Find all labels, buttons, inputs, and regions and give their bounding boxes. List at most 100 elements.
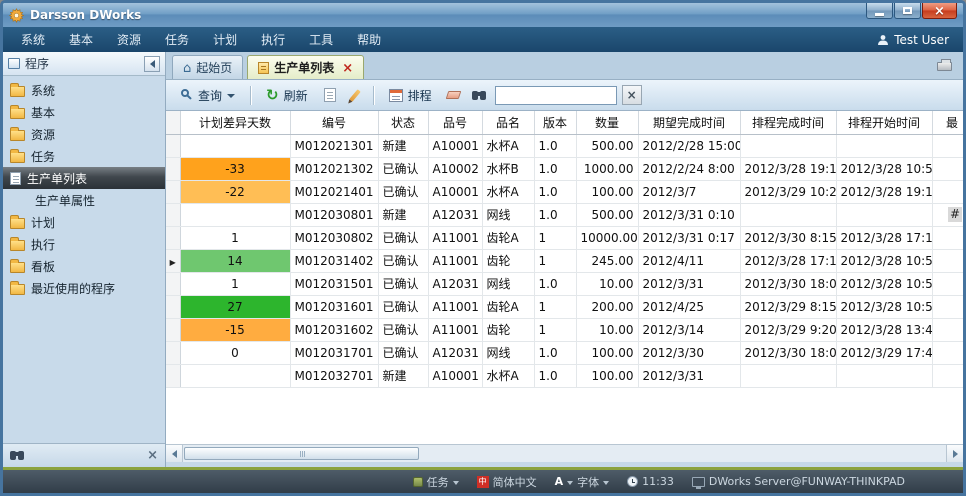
cell[interactable] <box>932 180 963 203</box>
cell[interactable]: M012031501 <box>290 272 378 295</box>
scroll-right-button[interactable] <box>946 445 963 462</box>
cell-diff-days[interactable]: 27 <box>180 295 290 318</box>
sidebar-search-clear-icon[interactable] <box>147 448 158 463</box>
cell[interactable]: 已确认 <box>378 226 428 249</box>
cell[interactable] <box>836 134 932 157</box>
cell[interactable]: 2012/3/28 10:52 <box>836 157 932 180</box>
scrollbar-thumb[interactable] <box>184 447 419 460</box>
row-selector[interactable] <box>166 226 180 249</box>
cell-diff-days[interactable] <box>180 134 290 157</box>
user-menu[interactable]: Test User <box>877 33 957 47</box>
sidebar-item[interactable]: 计划 <box>3 211 165 233</box>
column-header[interactable]: 期望完成时间 <box>638 111 740 134</box>
close-button[interactable] <box>922 3 957 19</box>
search-input[interactable] <box>495 86 617 105</box>
cell[interactable] <box>932 134 963 157</box>
cell[interactable]: 1 <box>534 249 576 272</box>
cell[interactable]: 2012/3/30 18:00 <box>740 272 836 295</box>
cell[interactable]: M012031402 <box>290 249 378 272</box>
cell[interactable]: 1 <box>534 318 576 341</box>
cell[interactable] <box>932 341 963 364</box>
column-header[interactable]: 最 <box>932 111 963 134</box>
cell[interactable]: 2012/3/31 0:17 <box>638 226 740 249</box>
cell-diff-days[interactable]: 0 <box>180 341 290 364</box>
sidebar-item[interactable]: 执行 <box>3 233 165 255</box>
column-header[interactable]: 品号 <box>428 111 482 134</box>
cell[interactable]: 2012/3/29 10:20 <box>740 180 836 203</box>
sidebar-item[interactable]: 最近使用的程序 <box>3 277 165 299</box>
cell[interactable]: 2012/3/28 10:52 <box>836 249 932 272</box>
sidebar-collapse-button[interactable] <box>144 56 160 72</box>
cell[interactable]: 1.0 <box>534 364 576 387</box>
cell[interactable]: 齿轮A <box>482 295 534 318</box>
cell[interactable]: 200.00 <box>576 295 638 318</box>
cell[interactable] <box>932 295 963 318</box>
column-header[interactable]: 版本 <box>534 111 576 134</box>
row-selector[interactable] <box>166 249 180 272</box>
table-row[interactable]: -22M012021401已确认A10001水杯A1.0100.002012/3… <box>166 180 963 203</box>
cell[interactable]: 1 <box>534 226 576 249</box>
cell[interactable]: M012030802 <box>290 226 378 249</box>
menu-item[interactable]: 系统 <box>9 27 57 52</box>
cell[interactable]: A10001 <box>428 364 482 387</box>
cell[interactable] <box>932 226 963 249</box>
cell[interactable]: 网线 <box>482 341 534 364</box>
cell[interactable]: 已确认 <box>378 249 428 272</box>
cell[interactable]: 245.00 <box>576 249 638 272</box>
table-row[interactable]: M012030801新建A12031网线1.0500.002012/3/31 0… <box>166 203 963 226</box>
table-row[interactable]: -15M012031602已确认A11001齿轮110.002012/3/142… <box>166 318 963 341</box>
cell[interactable]: 2012/2/28 15:00 <box>638 134 740 157</box>
cell[interactable]: 100.00 <box>576 180 638 203</box>
cell-diff-days[interactable] <box>180 203 290 226</box>
tab-inactive[interactable]: 起始页 <box>172 55 243 79</box>
table-row[interactable]: 14M012031402已确认A11001齿轮1245.002012/4/112… <box>166 249 963 272</box>
menu-item[interactable]: 资源 <box>105 27 153 52</box>
menu-item[interactable]: 工具 <box>297 27 345 52</box>
cell[interactable]: M012021301 <box>290 134 378 157</box>
cell[interactable]: 1.0 <box>534 157 576 180</box>
cell[interactable]: 2012/3/29 8:15 <box>740 295 836 318</box>
scroll-left-button[interactable] <box>166 445 183 462</box>
cell[interactable] <box>932 157 963 180</box>
cell[interactable]: 2012/3/7 <box>638 180 740 203</box>
row-selector[interactable] <box>166 157 180 180</box>
cell[interactable]: 2012/3/30 8:15 <box>740 226 836 249</box>
cell-diff-days[interactable]: 1 <box>180 272 290 295</box>
cell-diff-days[interactable]: 14 <box>180 249 290 272</box>
schedule-button[interactable]: 排程 <box>381 84 440 107</box>
cell[interactable] <box>836 364 932 387</box>
cell[interactable]: 1.0 <box>534 272 576 295</box>
row-selector[interactable] <box>166 318 180 341</box>
cell[interactable]: 10000.00 <box>576 226 638 249</box>
row-selector[interactable] <box>166 134 180 157</box>
column-header[interactable]: 计划差异天数 <box>180 111 290 134</box>
table-row[interactable]: 27M012031601已确认A11001齿轮A1200.002012/4/25… <box>166 295 963 318</box>
printer-icon[interactable] <box>937 62 952 71</box>
table-row[interactable]: 1M012030802已确认A11001齿轮A110000.002012/3/3… <box>166 226 963 249</box>
table-row[interactable]: 1M012031501已确认A12031网线1.010.002012/3/312… <box>166 272 963 295</box>
column-header[interactable]: 品名 <box>482 111 534 134</box>
unschedule-button[interactable] <box>443 84 465 106</box>
cell[interactable]: A10001 <box>428 134 482 157</box>
cell[interactable]: 齿轮A <box>482 226 534 249</box>
cell[interactable]: 2012/3/29 17:46 <box>836 341 932 364</box>
cell[interactable]: 500.00 <box>576 203 638 226</box>
cell[interactable]: 2012/3/31 <box>638 364 740 387</box>
cell[interactable]: 2012/3/28 10:52 <box>836 295 932 318</box>
cell[interactable]: 齿轮 <box>482 318 534 341</box>
table-row[interactable]: M012021301新建A10001水杯A1.0500.002012/2/28 … <box>166 134 963 157</box>
cell[interactable]: 2012/3/28 17:13 <box>836 226 932 249</box>
query-button[interactable]: 查询 <box>173 84 243 107</box>
cell[interactable]: 10.00 <box>576 272 638 295</box>
row-selector[interactable] <box>166 180 180 203</box>
tab-active[interactable]: 生产单列表 <box>247 55 364 79</box>
cell[interactable]: A12031 <box>428 203 482 226</box>
find-icon[interactable] <box>10 451 16 460</box>
cell-diff-days[interactable]: -15 <box>180 318 290 341</box>
cell[interactable]: 新建 <box>378 203 428 226</box>
menu-item[interactable]: 任务 <box>153 27 201 52</box>
cell-diff-days[interactable]: -22 <box>180 180 290 203</box>
cell[interactable]: 2012/3/31 0:10 <box>638 203 740 226</box>
cell[interactable]: 1000.00 <box>576 157 638 180</box>
find-button[interactable] <box>468 84 490 106</box>
